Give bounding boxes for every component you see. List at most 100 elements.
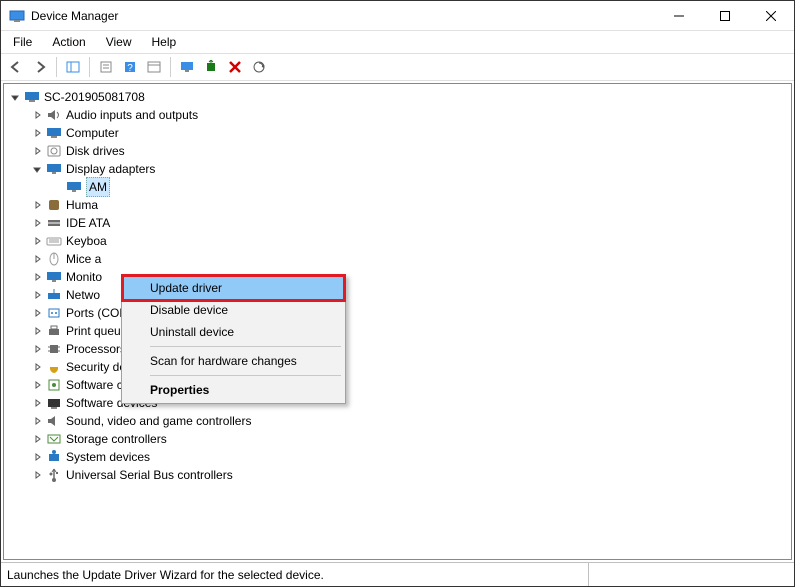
tree-label: Huma — [66, 196, 98, 214]
maximize-button[interactable] — [702, 1, 748, 31]
chevron-down-icon[interactable] — [30, 162, 44, 176]
toolbar-separator — [170, 57, 171, 77]
cpu-icon — [46, 341, 62, 357]
tree-item[interactable]: Disk drives — [6, 142, 791, 160]
window-title: Device Manager — [31, 9, 656, 23]
tree-label: Disk drives — [66, 142, 125, 160]
tree-item[interactable]: Sound, video and game controllers — [6, 412, 791, 430]
titlebar: Device Manager — [1, 1, 794, 31]
app-icon — [9, 8, 25, 24]
help-icon[interactable]: ? — [119, 56, 141, 78]
status-bar: Launches the Update Driver Wizard for th… — [1, 562, 794, 586]
monitor-icon — [46, 269, 62, 285]
tree-item[interactable]: System devices — [6, 448, 791, 466]
chevron-right-icon[interactable] — [30, 450, 44, 464]
uninstall-icon[interactable] — [224, 56, 246, 78]
port-icon — [46, 305, 62, 321]
mouse-icon — [46, 251, 62, 267]
tree-label: Processors — [66, 340, 126, 358]
tree-item[interactable]: Mice a — [6, 250, 791, 268]
svg-text:?: ? — [127, 63, 133, 74]
tree-item[interactable]: Huma — [6, 196, 791, 214]
minimize-button[interactable] — [656, 1, 702, 31]
tree-label: AM — [86, 177, 110, 197]
computer-icon — [46, 125, 62, 141]
display-icon — [66, 179, 82, 195]
tree-item[interactable]: Universal Serial Bus controllers — [6, 466, 791, 484]
chevron-right-icon[interactable] — [30, 414, 44, 428]
back-button[interactable] — [5, 56, 27, 78]
chevron-right-icon[interactable] — [30, 288, 44, 302]
chevron-right-icon[interactable] — [30, 324, 44, 338]
options-icon[interactable] — [143, 56, 165, 78]
context-menu-label: Properties — [150, 383, 209, 397]
security-icon — [46, 359, 62, 375]
tree-item[interactable]: Keyboa — [6, 232, 791, 250]
tree-item[interactable]: AM — [6, 178, 791, 196]
context-menu-label: Scan for hardware changes — [150, 354, 297, 368]
chevron-right-icon[interactable] — [30, 306, 44, 320]
tree-item[interactable]: Storage controllers — [6, 430, 791, 448]
chevron-right-icon[interactable] — [30, 396, 44, 410]
tree-item[interactable]: Display adapters — [6, 160, 791, 178]
scan-icon[interactable] — [248, 56, 270, 78]
tree-label: Monito — [66, 268, 102, 286]
tree-root[interactable]: SC-201905081708 — [6, 88, 791, 106]
update-driver-icon[interactable] — [200, 56, 222, 78]
chevron-right-icon[interactable] — [30, 216, 44, 230]
toolbar-separator — [89, 57, 90, 77]
tree-label: Audio inputs and outputs — [66, 106, 198, 124]
tree-label: System devices — [66, 448, 150, 466]
status-text: Launches the Update Driver Wizard for th… — [7, 568, 324, 582]
computer-icon — [24, 89, 40, 105]
chevron-right-icon[interactable] — [30, 108, 44, 122]
context-menu-label: Uninstall device — [150, 325, 234, 339]
tree-label: Mice a — [66, 250, 101, 268]
properties-icon[interactable] — [95, 56, 117, 78]
chevron-right-icon[interactable] — [30, 126, 44, 140]
toolbar-separator — [56, 57, 57, 77]
tree-item[interactable]: IDE ATA — [6, 214, 791, 232]
chevron-right-icon[interactable] — [30, 378, 44, 392]
chevron-right-icon[interactable] — [30, 144, 44, 158]
context-menu-item[interactable]: Disable device — [124, 299, 343, 321]
show-hidden-icon[interactable] — [62, 56, 84, 78]
chevron-right-icon[interactable] — [30, 432, 44, 446]
tree-item[interactable]: Audio inputs and outputs — [6, 106, 791, 124]
menu-view[interactable]: View — [98, 33, 140, 51]
printer-icon — [46, 323, 62, 339]
chevron-right-icon[interactable] — [30, 198, 44, 212]
tree-label: Netwo — [66, 286, 100, 304]
tree-label: Storage controllers — [66, 430, 167, 448]
context-menu-item[interactable]: Uninstall device — [124, 321, 343, 343]
keyboard-icon — [46, 233, 62, 249]
chevron-right-icon[interactable] — [30, 468, 44, 482]
toolbar: ? — [1, 53, 794, 81]
context-menu: Update driverDisable device Uninstall dev… — [121, 274, 346, 404]
close-button[interactable] — [748, 1, 794, 31]
monitor-icon[interactable] — [176, 56, 198, 78]
context-menu-item[interactable]: Properties — [124, 379, 343, 401]
context-menu-separator — [150, 375, 341, 376]
context-menu-item[interactable]: Scan for hardware changes — [124, 350, 343, 372]
status-cell-2 — [588, 563, 788, 586]
chevron-right-icon[interactable] — [30, 252, 44, 266]
context-menu-separator — [150, 346, 341, 347]
menu-help[interactable]: Help — [144, 33, 185, 51]
tree-item[interactable]: Computer — [6, 124, 791, 142]
chevron-right-icon[interactable] — [30, 234, 44, 248]
chevron-down-icon[interactable] — [8, 90, 22, 104]
chevron-right-icon[interactable] — [30, 342, 44, 356]
tree-label: Universal Serial Bus controllers — [66, 466, 233, 484]
context-menu-item[interactable]: Update driver — [121, 274, 346, 302]
usb-icon — [46, 467, 62, 483]
disk-icon — [46, 143, 62, 159]
menu-action[interactable]: Action — [44, 33, 93, 51]
tree-label: Sound, video and game controllers — [66, 412, 251, 430]
chevron-right-icon[interactable] — [30, 270, 44, 284]
chevron-right-icon[interactable] — [30, 360, 44, 374]
window-controls — [656, 1, 794, 31]
tree-label: Computer — [66, 124, 119, 142]
forward-button[interactable] — [29, 56, 51, 78]
menu-file[interactable]: File — [5, 33, 40, 51]
